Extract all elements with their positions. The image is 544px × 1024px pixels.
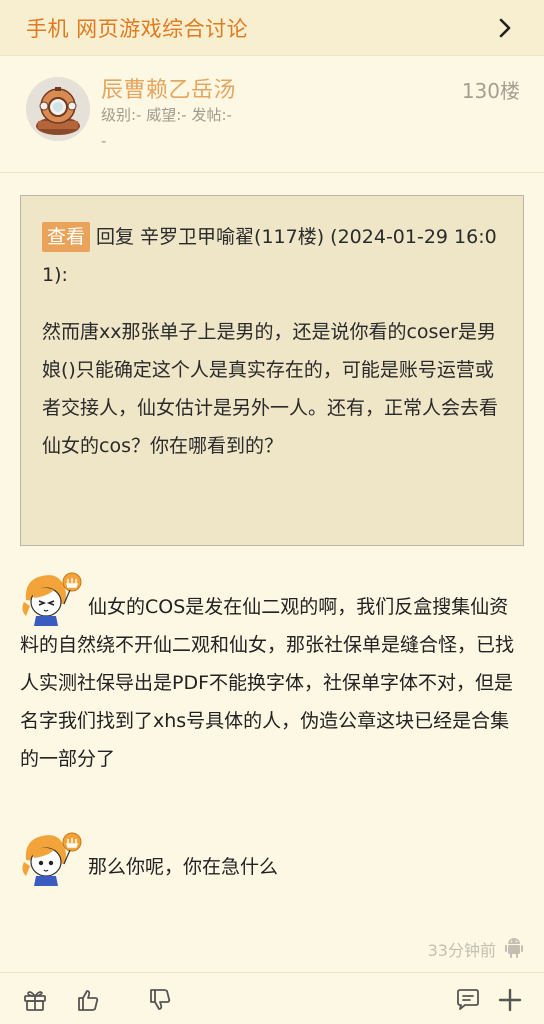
avatar[interactable]	[26, 77, 90, 141]
post-actions-bar	[0, 980, 544, 1024]
gift-icon[interactable]	[21, 986, 49, 1014]
quote-body: 然而唐xx那张单子上是男的，还是说你看的coser是男娘()只能确定这个人是真实…	[42, 321, 499, 457]
user-stats-line: 级别:- 威望:- 发帖:-	[101, 106, 232, 124]
thumbs-down-icon[interactable]	[146, 986, 174, 1014]
forum-title: 手机 网页游戏综合讨论	[26, 16, 249, 41]
anime-girl-sticker-icon	[20, 570, 86, 626]
thumbs-up-icon[interactable]	[74, 986, 102, 1014]
chevron-right-icon[interactable]	[494, 17, 516, 39]
actions-divider	[0, 972, 544, 973]
post-time: 33分钟前	[427, 941, 496, 960]
user-stats-line-2: -	[101, 132, 107, 150]
post-paragraph: 仙女的COS是发在仙二观的啊，我们反盒搜集仙资料的自然绕不开仙二观和仙女，那张社…	[20, 596, 515, 770]
user-stats: 级别:- 威望:- 发帖:- -	[101, 102, 301, 154]
post-body-2: 那么你呢，你在急什么	[20, 830, 524, 886]
android-icon	[504, 936, 524, 962]
floor-number: 130楼	[461, 79, 520, 103]
divider	[0, 172, 544, 173]
forum-header[interactable]: 手机 网页游戏综合讨论	[0, 0, 544, 56]
post-body: 仙女的COS是发在仙二观的啊，我们反盒搜集仙资料的自然绕不开仙二观和仙女，那张社…	[20, 570, 524, 778]
post-paragraph-2: 那么你呢，你在急什么	[88, 856, 279, 878]
post-author-row: 辰曹赖乙岳汤 级别:- 威望:- 发帖:- - 130楼	[0, 60, 544, 168]
quote-header: 查看 回复 辛罗卫甲喻翟(117楼) (2024-01-29 16:01):	[42, 218, 501, 294]
quote-header-text: 回复 辛罗卫甲喻翟(117楼) (2024-01-29 16:01):	[42, 226, 497, 286]
username[interactable]: 辰曹赖乙岳汤	[101, 72, 236, 104]
post-meta: 33分钟前	[428, 936, 524, 962]
anime-girl-sticker-icon	[20, 830, 86, 886]
diving-helmet-avatar-icon	[26, 77, 90, 141]
comment-icon[interactable]	[454, 986, 482, 1014]
plus-icon[interactable]	[496, 986, 524, 1014]
quoted-reply: 查看 回复 辛罗卫甲喻翟(117楼) (2024-01-29 16:01): 然而…	[20, 195, 524, 546]
view-quote-button[interactable]: 查看	[42, 222, 91, 252]
